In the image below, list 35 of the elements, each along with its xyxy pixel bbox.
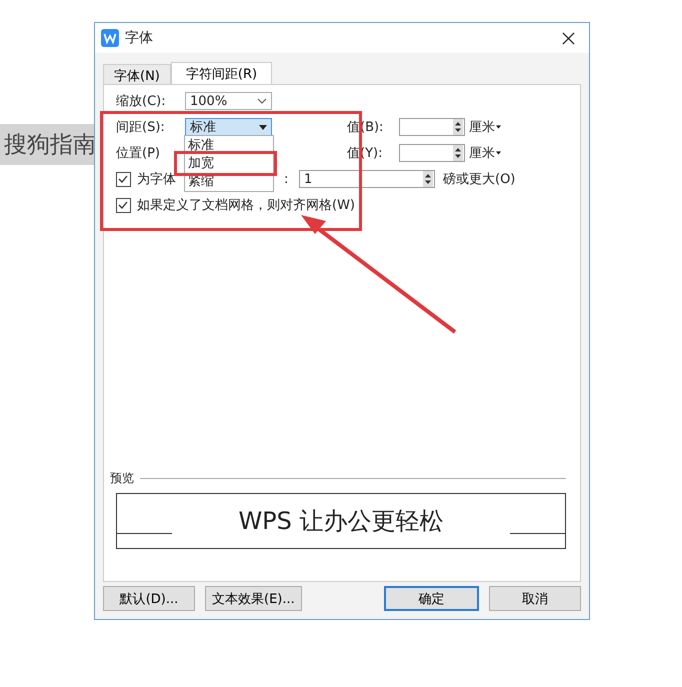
spacing-dropdown[interactable]: 标准	[185, 118, 272, 136]
spinner-arrows-icon	[453, 145, 463, 161]
value-spinner[interactable]	[399, 144, 465, 162]
dropdown-option[interactable]: 标准	[188, 138, 270, 153]
caret-icon	[496, 151, 501, 155]
field-label: 位置(P)	[116, 145, 161, 162]
tab[interactable]: 字体(N)	[103, 64, 171, 84]
spinner-arrows-icon	[423, 171, 433, 187]
checkbox-label: 如果定义了文档网格，则对齐网格(W)	[137, 197, 355, 214]
dialog-button[interactable]: 默认(D)...	[103, 586, 195, 611]
field-label: 间距(S):	[116, 119, 166, 136]
checkbox[interactable]	[116, 198, 131, 212]
dialog-button[interactable]: 文本效果(E)...	[205, 586, 302, 611]
preview-label: 预览	[110, 470, 134, 487]
checkbox-label: 为字体	[137, 171, 176, 188]
app-logo-icon	[101, 29, 119, 47]
close-icon[interactable]	[562, 32, 575, 44]
tab[interactable]: 字符间距(R)	[170, 62, 272, 84]
dialog-button[interactable]: 取消	[489, 586, 581, 611]
field-label: :	[284, 172, 290, 186]
dialog-button[interactable]: 确定	[384, 586, 479, 611]
window-title: 字体	[125, 29, 154, 47]
field-label: 磅或更大(O)	[443, 171, 516, 188]
spinner-arrows-icon	[453, 119, 463, 135]
unit-dropdown[interactable]: 厘米	[469, 144, 501, 162]
chevron-icon	[257, 98, 267, 104]
preview-text: WPS 让办公更轻松	[237, 506, 445, 537]
kerning-spinner[interactable]: 1	[299, 170, 435, 188]
field-label: 缩放(C):	[116, 93, 167, 110]
value-spinner[interactable]	[399, 118, 465, 136]
checkbox[interactable]	[116, 172, 131, 186]
caret-icon	[496, 125, 501, 129]
caret-icon	[259, 124, 267, 130]
scale-dropdown[interactable]: 100%	[185, 92, 272, 110]
unit-dropdown[interactable]: 厘米	[469, 118, 501, 136]
